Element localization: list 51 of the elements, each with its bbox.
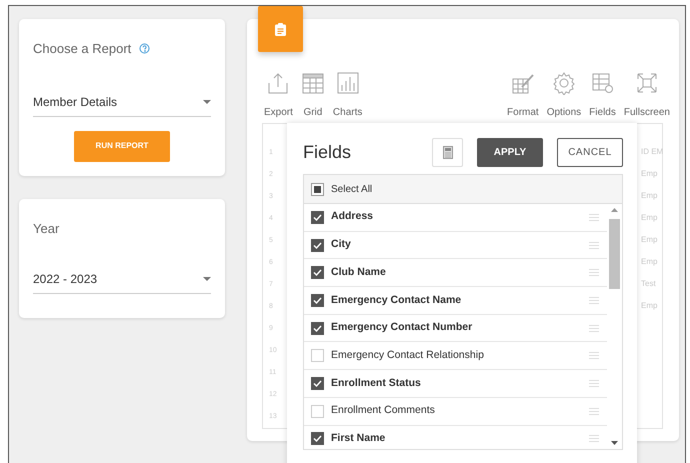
checkbox[interactable] (311, 266, 324, 280)
toolbar-button[interactable]: Grid (300, 71, 326, 120)
field-label: Club Name (331, 264, 386, 280)
checkbox[interactable] (311, 238, 324, 252)
drag-handle-icon (589, 435, 599, 442)
report-select[interactable]: Member Details (33, 88, 211, 116)
field-label: Enrollment Status (331, 376, 421, 391)
select-all-checkbox[interactable] (311, 182, 324, 196)
toolbar-button[interactable]: Export (263, 71, 294, 120)
apply-button[interactable]: APPLY (477, 138, 543, 166)
checkbox[interactable] (311, 376, 324, 390)
field-label: Emergency Contact Relationship (331, 348, 484, 363)
settings-icon (552, 71, 576, 95)
field-label: Emergency Contact Name (331, 292, 462, 308)
field-label: Enrollment Comments (331, 403, 435, 418)
toolbar-button[interactable]: Options (546, 71, 582, 120)
toolbar-button[interactable]: Format (506, 71, 540, 120)
field-label: Emergency Contact Number (331, 320, 472, 336)
drag-handle-icon (589, 296, 599, 304)
clipboard-icon (275, 22, 286, 36)
export-icon (266, 71, 290, 95)
fullscreen-icon (634, 71, 659, 95)
drag-handle-icon (589, 352, 599, 360)
checkbox[interactable] (311, 322, 324, 335)
field-label: Address (331, 209, 374, 224)
help-icon (139, 43, 150, 54)
checkbox[interactable] (311, 294, 324, 307)
bar-chart-icon (336, 71, 360, 95)
toolbar-button[interactable]: Charts (332, 71, 364, 120)
field-label: City (331, 237, 351, 252)
card-label: Year (33, 220, 60, 238)
calculator-icon (442, 146, 452, 158)
drag-handle-icon (589, 214, 599, 221)
dialog-title: Fields (303, 140, 352, 164)
scrollbar-thumb[interactable] (609, 219, 620, 289)
checkbox[interactable] (311, 432, 324, 446)
drag-handle-icon (589, 324, 599, 332)
toolbar-button[interactable]: Fullscreen (622, 71, 671, 120)
card-label: Choose a Report (33, 40, 132, 58)
cancel-button[interactable]: CANCEL (557, 138, 623, 166)
checkbox-label: Select All (331, 182, 372, 196)
calculator-button[interactable] (432, 138, 463, 166)
drag-handle-icon (589, 269, 599, 276)
scroll-up-icon[interactable] (611, 208, 618, 212)
drag-handle-icon (589, 380, 599, 387)
field-label: First Name (331, 430, 386, 446)
checkbox[interactable] (311, 210, 324, 224)
drag-handle-icon (589, 408, 599, 415)
toolbar-button[interactable]: Fields (588, 71, 617, 120)
year-select[interactable]: 2022 - 2023 (33, 266, 211, 294)
drag-handle-icon (589, 242, 599, 249)
